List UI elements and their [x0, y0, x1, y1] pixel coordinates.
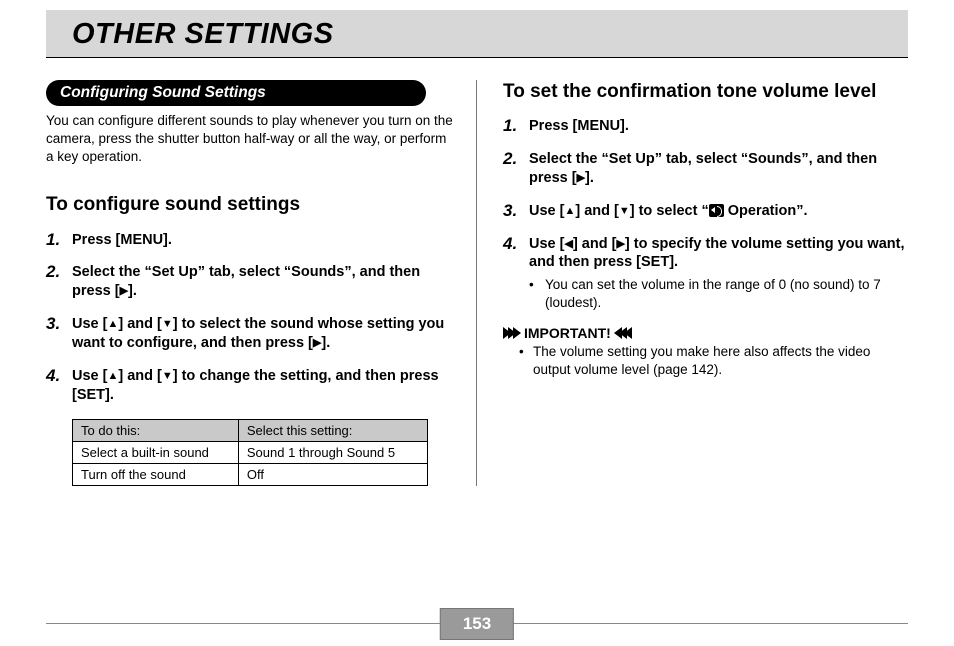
step-sub-bullet: • You can set the volume in the range of…	[529, 276, 906, 311]
step-item: 2. Select the “Set Up” tab, select “Soun…	[46, 263, 456, 301]
right-arrow-icon	[616, 236, 624, 252]
down-arrow-icon	[162, 368, 173, 384]
right-arrow-icon	[577, 170, 585, 186]
important-text: The volume setting you make here also af…	[533, 343, 906, 379]
step-item: 1. Press [MENU].	[46, 231, 456, 250]
sub-bullet-text: You can set the volume in the range of 0…	[545, 276, 906, 311]
table-row: Select a built-in sound Sound 1 through …	[73, 441, 428, 463]
flair-right-icon	[503, 327, 518, 339]
important-body: • The volume setting you make here also …	[519, 343, 906, 379]
table-cell: Select a built-in sound	[73, 441, 239, 463]
page-number: 153	[440, 608, 514, 640]
left-steps-list: 1. Press [MENU]. 2. Select the “Set Up” …	[46, 231, 456, 405]
right-subheading: To set the confirmation tone volume leve…	[503, 80, 906, 103]
table-cell: Turn off the sound	[73, 463, 239, 485]
up-arrow-icon	[107, 368, 118, 384]
step-number: 2.	[46, 263, 72, 282]
step-item: 1. Press [MENU].	[503, 117, 906, 136]
step-text: Use [] and [] to select the sound whose …	[72, 315, 456, 353]
table-cell: Off	[238, 463, 427, 485]
step-text: Use [] and [] to select “ Operation”.	[529, 202, 906, 221]
sound-icon	[709, 204, 724, 217]
right-steps-list: 1. Press [MENU]. 2. Select the “Set Up” …	[503, 117, 906, 272]
right-column: To set the confirmation tone volume leve…	[476, 80, 906, 486]
step-text: Select the “Set Up” tab, select “Sounds”…	[72, 263, 456, 301]
table-row: Turn off the sound Off	[73, 463, 428, 485]
up-arrow-icon	[564, 203, 575, 219]
step-text: Press [MENU].	[72, 231, 456, 250]
step-item: 3. Use [] and [] to select “ Operation”.	[503, 202, 906, 221]
step-number: 1.	[46, 231, 72, 250]
down-arrow-icon	[619, 203, 630, 219]
step-number: 2.	[503, 150, 529, 169]
bullet-icon: •	[529, 276, 545, 311]
down-arrow-icon	[162, 316, 173, 332]
bullet-icon: •	[519, 343, 533, 379]
step-text: Use [] and [] to change the setting, and…	[72, 367, 456, 405]
important-label: IMPORTANT!	[524, 325, 611, 341]
step-item: 3. Use [] and [] to select the sound who…	[46, 315, 456, 353]
flair-left-icon	[617, 327, 632, 339]
title-bar: OTHER SETTINGS	[46, 10, 908, 58]
step-number: 3.	[503, 202, 529, 221]
step-item: 4. Use [] and [] to change the setting, …	[46, 367, 456, 405]
page-footer: 153	[46, 623, 908, 624]
step-text: Use [] and [] to specify the volume sett…	[529, 235, 906, 273]
table-cell: Sound 1 through Sound 5	[238, 441, 427, 463]
content-columns: Configuring Sound Settings You can confi…	[46, 80, 908, 486]
right-arrow-icon	[120, 283, 128, 299]
table-header-row: To do this: Select this setting:	[73, 419, 428, 441]
up-arrow-icon	[107, 316, 118, 332]
step-item: 4. Use [] and [] to specify the volume s…	[503, 235, 906, 273]
table-header-cell: To do this:	[73, 419, 239, 441]
left-column: Configuring Sound Settings You can confi…	[46, 80, 476, 486]
manual-page: OTHER SETTINGS Configuring Sound Setting…	[0, 0, 954, 646]
step-item: 2. Select the “Set Up” tab, select “Soun…	[503, 150, 906, 188]
table-header-cell: Select this setting:	[238, 419, 427, 441]
page-title: OTHER SETTINGS	[72, 18, 334, 50]
step-number: 4.	[503, 235, 529, 254]
step-text: Press [MENU].	[529, 117, 906, 136]
important-callout-header: IMPORTANT!	[503, 325, 906, 341]
right-arrow-icon	[313, 335, 321, 351]
step-number: 1.	[503, 117, 529, 136]
left-subheading: To configure sound settings	[46, 193, 456, 216]
step-number: 3.	[46, 315, 72, 334]
settings-table: To do this: Select this setting: Select …	[72, 419, 428, 486]
section-heading-pill: Configuring Sound Settings	[46, 80, 426, 106]
step-number: 4.	[46, 367, 72, 386]
section-intro-text: You can configure different sounds to pl…	[46, 112, 456, 165]
left-arrow-icon	[564, 236, 572, 252]
step-text: Select the “Set Up” tab, select “Sounds”…	[529, 150, 906, 188]
